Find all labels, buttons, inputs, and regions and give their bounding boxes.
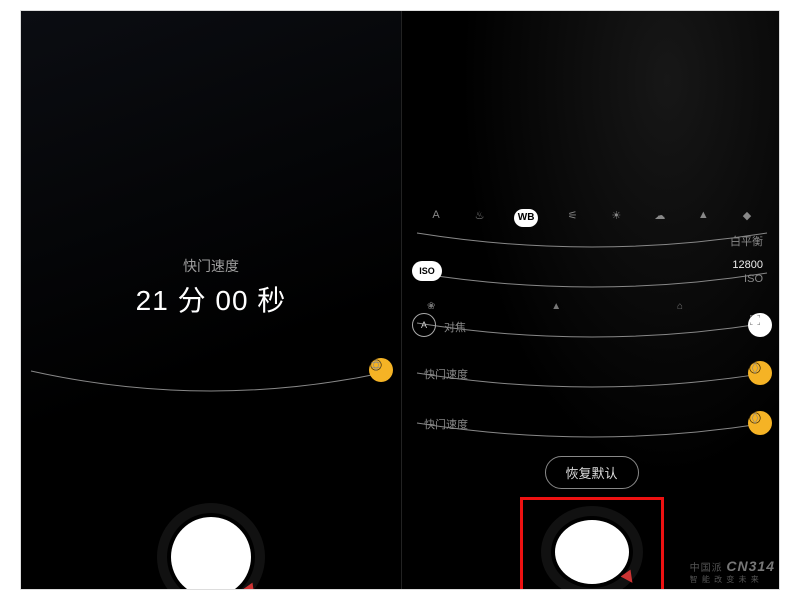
focus-auto-knob[interactable]: A	[412, 313, 436, 337]
speed1-label: 快门速度	[424, 366, 468, 382]
aperture-icon[interactable]	[748, 411, 772, 435]
wb-label: 白平衡	[730, 233, 763, 249]
wb-arc[interactable]	[402, 221, 780, 261]
focus-label: 对焦	[444, 319, 466, 335]
aperture-icon[interactable]	[369, 358, 393, 382]
reset-defaults-button[interactable]: 恢复默认	[544, 456, 638, 489]
mode-dial-highlighted[interactable]	[520, 497, 664, 590]
left-screen: 快门速度 21 分 00 秒	[21, 11, 401, 589]
shutter-arc[interactable]	[21, 346, 401, 406]
shutter-speed-value: 21 分 00 秒	[21, 279, 401, 319]
iso-knob[interactable]: ISO	[412, 261, 442, 281]
iso-label: ISO	[744, 273, 763, 285]
shutter-speed-label: 快门速度	[21, 256, 401, 276]
mode-dial[interactable]	[157, 503, 265, 590]
right-screen: A ♨ WB ⚟ ☀ ☁ ▲ ◆ 白平衡 ISO 12800 ISO ❀▲⌂ A	[401, 11, 780, 589]
speed2-label: 快门速度	[424, 416, 468, 432]
screenshot-pair: 快门速度 21 分 00 秒 A ♨ WB ⚟ ☀ ☁ ▲ ◆	[20, 10, 780, 590]
aperture-icon[interactable]	[748, 361, 772, 385]
watermark: 中国派 CN314 智 能 改 变 未 来	[690, 558, 775, 585]
iso-value: 12800	[732, 259, 763, 271]
iso-arc[interactable]: ISO	[402, 261, 780, 301]
focus-target-icon[interactable]	[748, 313, 772, 337]
